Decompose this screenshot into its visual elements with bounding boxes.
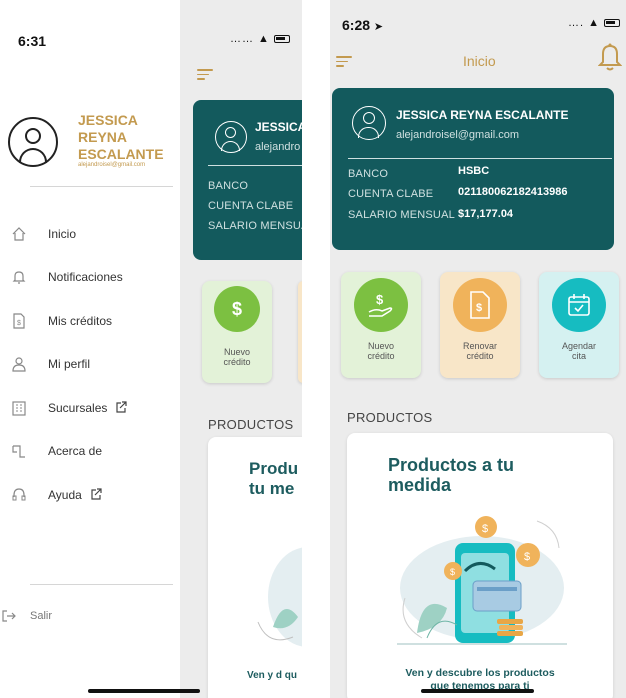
products-promo-card[interactable]: Productos a tu medida $ $ $ Ven y descub…	[347, 433, 613, 698]
menu-label: Mis créditos	[48, 314, 113, 328]
menu-item-notificaciones[interactable]: Notificaciones	[10, 266, 178, 288]
svg-text:$: $	[482, 523, 488, 535]
menu-item-mis-creditos[interactable]: $ Mis créditos	[10, 310, 178, 332]
svg-text:$: $	[524, 551, 530, 563]
document-money-icon: $	[453, 278, 507, 332]
menu-item-mi-perfil[interactable]: Mi perfil	[10, 353, 178, 375]
clabe-label: CUENTA CLABE	[208, 200, 294, 212]
card-user-name: JESSICA REYNA ESCALANTE	[396, 108, 569, 122]
drawer-user-email: alejandroisel@gmail.com	[78, 162, 146, 168]
renew-credit-label: Renovar crédito	[462, 341, 498, 361]
right-screen: 6:28 ➤ …. ▲ Inicio JESSICA REYNA ESCALAN…	[330, 0, 626, 698]
renew-credit-button-partial[interactable]	[298, 281, 302, 383]
new-credit-label: Nuevo crédito	[367, 341, 395, 361]
home-icon	[10, 225, 28, 243]
info-card-icon	[10, 442, 28, 460]
side-drawer: 6:31 JESSICA REYNA ESCALANTE alejandrois…	[0, 0, 180, 698]
menu-icon[interactable]	[197, 69, 213, 81]
status-icons: …. ▲	[568, 17, 621, 29]
schedule-appointment-label: Agendar cita	[561, 341, 597, 361]
products-heading: PRODUCTOS	[347, 410, 433, 425]
promo-subtitle: Ven y d qu	[246, 670, 297, 681]
logout-icon	[0, 607, 18, 625]
person-icon	[10, 355, 28, 373]
menu-item-sucursales[interactable]: Sucursales	[10, 397, 178, 419]
bank-value: HSBC	[458, 165, 490, 177]
card-user-name: JESSICA	[255, 120, 302, 134]
products-promo-card[interactable]: Produ tu me Ven y d qu	[208, 437, 302, 698]
status-time: 6:28 ➤	[342, 17, 384, 33]
promo-title: Produ tu me	[249, 459, 299, 498]
status-icons: …… ▲	[230, 33, 290, 45]
external-link-icon	[115, 400, 127, 416]
document-icon: $	[10, 312, 28, 330]
home-indicator	[88, 689, 200, 693]
clabe-value: 021180062182413986	[458, 186, 568, 198]
svg-text:$: $	[450, 567, 455, 577]
calendar-icon	[552, 278, 606, 332]
divider	[30, 584, 173, 585]
salary-value: $17,177.04	[458, 208, 514, 220]
external-link-icon	[90, 487, 102, 503]
promo-title: Productos a tu medida	[388, 455, 515, 495]
new-credit-button[interactable]: $ Nuevo crédito	[202, 281, 272, 383]
menu-item-ayuda[interactable]: Ayuda	[10, 484, 178, 506]
user-avatar-icon	[8, 117, 58, 167]
renew-credit-button[interactable]: $ Renovar crédito	[440, 272, 520, 378]
menu-label: Acerca de	[48, 444, 103, 458]
bank-label: BANCO	[348, 168, 389, 180]
menu-label: Sucursales	[48, 401, 108, 415]
products-heading: PRODUCTOS	[208, 417, 294, 432]
avatar-icon	[215, 121, 247, 153]
avatar-icon	[352, 106, 386, 140]
bank-label: BANCO	[208, 180, 249, 192]
account-card: JESSICA alejandro BANCO CUENTA CLABE SAL…	[193, 100, 302, 260]
new-credit-label: Nuevo crédito	[223, 347, 251, 367]
menu-label: Inicio	[48, 227, 77, 241]
drawer-user-name: JESSICA REYNA ESCALANTE	[78, 112, 164, 162]
logout-label: Salir	[30, 610, 53, 622]
bell-icon	[10, 268, 28, 286]
page-title: Inicio	[463, 53, 496, 69]
menu-item-acerca-de[interactable]: Acerca de	[10, 440, 178, 462]
menu-label: Mi perfil	[48, 357, 91, 371]
card-user-email: alejandro	[255, 141, 301, 153]
divider	[30, 186, 173, 187]
building-icon	[10, 399, 28, 417]
svg-text:$: $	[17, 320, 21, 327]
headset-icon	[10, 486, 28, 504]
salary-label: SALARIO MENSUAL	[348, 209, 455, 221]
svg-text:$: $	[476, 302, 482, 314]
money-hand-icon: $	[214, 286, 260, 332]
logout-button[interactable]: Salir	[0, 605, 168, 627]
account-card: JESSICA REYNA ESCALANTE alejandroisel@gm…	[332, 88, 614, 250]
new-credit-button[interactable]: $ Nuevo crédito	[341, 272, 421, 378]
card-user-email: alejandroisel@gmail.com	[396, 129, 520, 141]
status-time: 6:31	[18, 33, 47, 49]
schedule-appointment-button[interactable]: Agendar cita	[539, 272, 619, 378]
svg-text:$: $	[376, 292, 384, 307]
money-hand-icon: $	[354, 278, 408, 332]
promo-illustration: $ $ $	[397, 516, 567, 645]
menu-label: Notificaciones	[48, 270, 123, 284]
menu-icon[interactable]	[336, 56, 352, 68]
menu-item-inicio[interactable]: Inicio	[10, 223, 178, 245]
home-behind-drawer[interactable]: …… ▲ JESSICA alejandro BANCO CUENTA CLAB…	[180, 0, 302, 698]
clabe-label: CUENTA CLABE	[348, 188, 434, 200]
home-indicator	[421, 689, 534, 693]
menu-label: Ayuda	[48, 488, 82, 502]
promo-illustration	[257, 547, 302, 647]
notification-bell-icon[interactable]	[597, 42, 623, 77]
left-screen: …… ▲ JESSICA alejandro BANCO CUENTA CLAB…	[0, 0, 302, 698]
salary-label: SALARIO MENSUA	[208, 220, 302, 232]
